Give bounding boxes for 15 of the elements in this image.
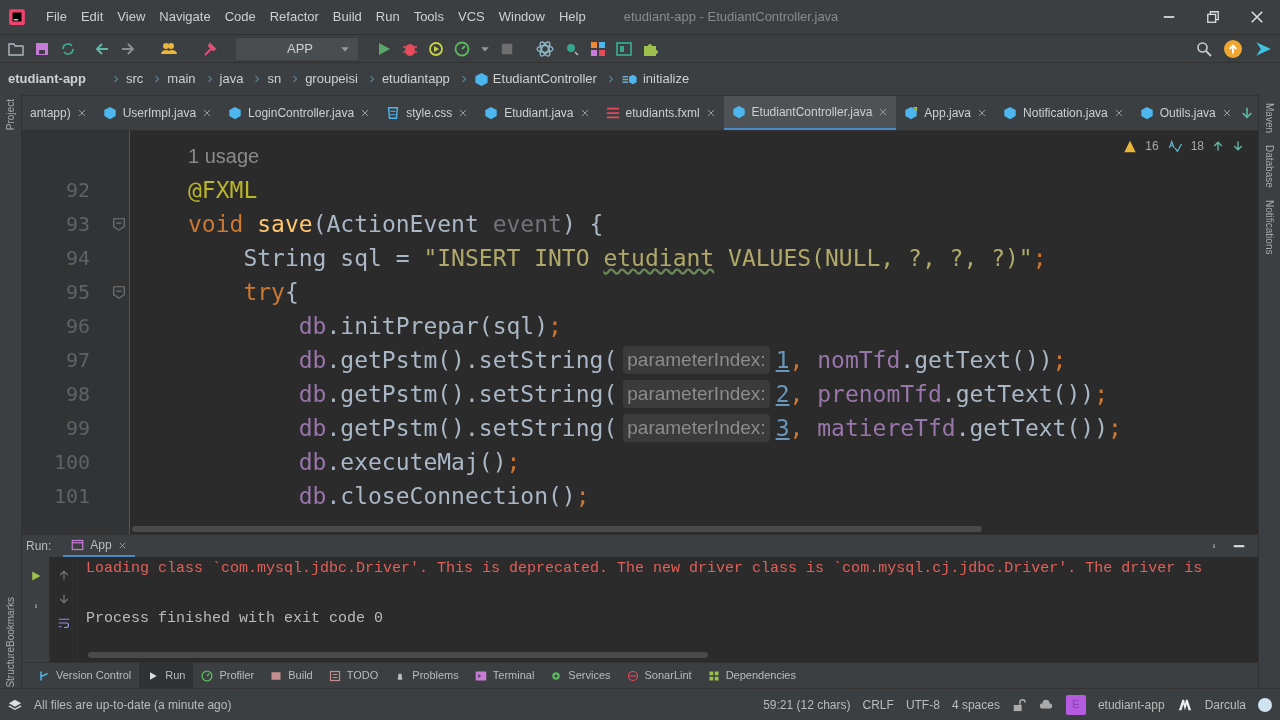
code-line: String sql = "INSERT INTO etudiant VALUES(NULL, ?, ?, ?)"; [242,244,1048,273]
code-line: db.getPstm().setString( parameterIndex: 3, matiereTfd.getText()); [297,413,1123,444]
code-line: db.closeConnection(); [297,482,591,511]
code-line: db.getPstm().setString( parameterIndex: 2, prenomTfd.getText()); [297,379,1109,410]
code-line: @FXML [188,176,259,205]
code-line: db.getPstm().setString( parameterIndex: 1, nomTfd.getText()); [297,345,1068,376]
status-message: All files are up-to-date (a minute ago) [34,696,232,714]
code-line: try{ [242,278,300,307]
code-line: db.initPrepar(sql); [297,312,563,341]
window-title: etudiant-app - EtudiantController.java [623,8,839,27]
code-line: db.executeMaj(); [297,448,522,477]
run-label: Run: [26,538,52,555]
console-error-line: Loading class `com.mysql.jdbc.Driver'. This is deprecated. The new driver class is `com.mysql.cj.jdbc.Driver'. The driver is [86,559,1204,579]
code-line: void save(ActionEvent event) { [188,210,605,239]
console-line: Process finished with exit code 0 [86,609,385,629]
